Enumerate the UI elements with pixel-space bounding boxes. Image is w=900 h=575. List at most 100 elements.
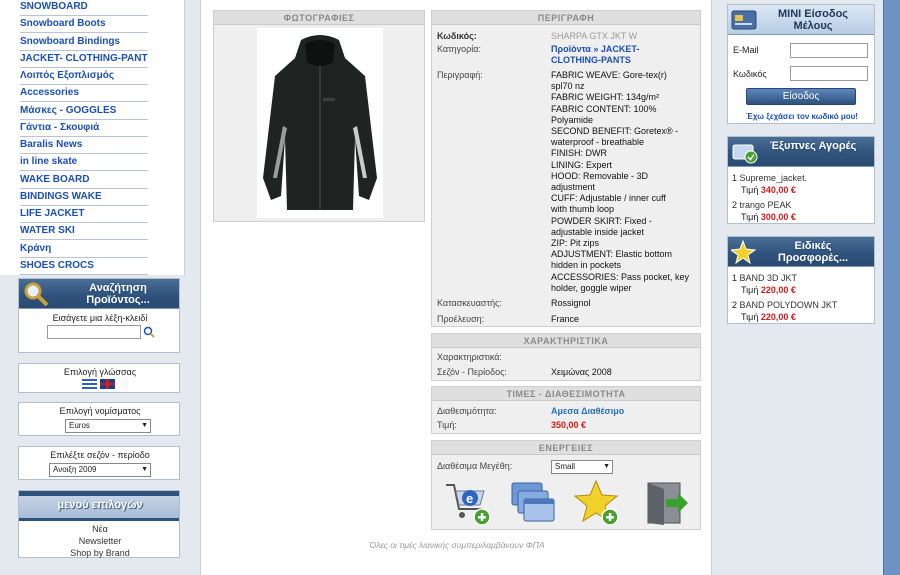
- category-link[interactable]: Accessories: [20, 85, 148, 103]
- add-to-cart-icon[interactable]: e: [444, 479, 492, 527]
- description-line: with thumb loop: [551, 204, 615, 215]
- description-line: holder, goggle wiper: [551, 282, 632, 293]
- flag-uk-icon[interactable]: [100, 379, 115, 389]
- season-period-label: Σεζόν - Περίοδος:: [437, 367, 507, 377]
- smart-shopping-title: Έξυπνες Αγορές: [769, 140, 857, 152]
- actions-panel: ΕΝΕΡΓΕΙΕΣ Διαθέσιμα Μεγέθη: Small ▼ e: [431, 440, 701, 530]
- size-select[interactable]: Small ▼: [551, 460, 613, 474]
- item-price: 300,00 €: [760, 212, 796, 222]
- item-price-row: Τιμή 220,00 €: [732, 311, 837, 323]
- left-column: SNOWBOARD Snowboard Boots Snowboard Bindin…: [0, 0, 185, 575]
- price-value: 350,00 €: [551, 420, 587, 430]
- category-link[interactable]: SNOWBOARD: [20, 0, 148, 16]
- item-price-label: Τιμή: [741, 185, 759, 195]
- smart-shopping-header: Έξυπνες Αγορές: [728, 137, 874, 167]
- description-line: LINING: Expert: [551, 159, 613, 170]
- list-item[interactable]: 1 Supreme_jacket.: [732, 172, 807, 184]
- item-number: 1: [732, 173, 738, 183]
- availability-value: Αμεσα Διαθέσιμο: [551, 406, 625, 416]
- description-text: FABRIC WEAVE: Gore-tex(r) spl70 nz FABRI…: [551, 70, 701, 294]
- category-link[interactable]: Προϊόντα » JACKET- CLOTHING-PANTS: [551, 44, 691, 66]
- login-button[interactable]: Είσοδος: [746, 88, 856, 105]
- special-offers-title: Ειδικές Προσφορές...: [777, 240, 849, 264]
- flag-greek-icon[interactable]: [82, 379, 97, 389]
- size-select-value: Small: [555, 462, 576, 471]
- category-link[interactable]: Baralis News: [20, 137, 148, 154]
- item-number: 1: [732, 273, 738, 283]
- item-name: BAND POLYDOWN JKT: [739, 300, 838, 310]
- language-box: Επιλογή γλώσσας: [18, 363, 180, 393]
- category-link[interactable]: Μάσκες - GOGGLES: [20, 103, 148, 120]
- menu-item-newsletter[interactable]: Newsletter: [19, 535, 181, 547]
- description-panel: ΠΕΡΙΓΡΑΦΗ Κωδικός: SHARPA GTX JKT W Κατη…: [431, 10, 701, 327]
- search-input[interactable]: [47, 325, 141, 339]
- list-item[interactable]: 2 trango PEAK: [732, 199, 807, 211]
- chevron-down-icon: ▼: [141, 466, 148, 473]
- menu-header: μενού επιλογών: [19, 491, 179, 521]
- category-link[interactable]: Λοιπός Εξοπλισμός: [20, 68, 148, 85]
- menu-item-news[interactable]: Νέα: [19, 523, 181, 535]
- item-price-label: Τιμή: [741, 212, 759, 222]
- item-name: trango PEAK: [739, 200, 792, 210]
- season-select[interactable]: Ανοιξη 2009 ▼: [49, 463, 151, 477]
- description-label: Περιγραφή:: [437, 70, 483, 80]
- list-item[interactable]: 2 BAND POLYDOWN JKT: [732, 299, 837, 311]
- category-link[interactable]: Snowboard Bindings: [20, 34, 148, 51]
- email-label: E-Mail: [733, 45, 759, 55]
- item-price: 220,00 €: [760, 285, 796, 295]
- list-item[interactable]: 1 BAND 3D JKT: [732, 272, 837, 284]
- maker-value: Rossignol: [551, 298, 591, 308]
- menu-title: μενού επιλογών: [57, 499, 143, 511]
- maker-label: Κατασκευαστής:: [437, 298, 502, 308]
- description-line: POWDER SKIRT: Fixed -: [551, 215, 652, 226]
- category-link[interactable]: in line skate: [20, 154, 148, 172]
- add-favorite-star-icon[interactable]: [574, 479, 622, 527]
- item-price-row: Τιμή 300,00 €: [732, 211, 807, 223]
- category-link[interactable]: JACKET- CLOTHING-PANTS: [20, 51, 148, 68]
- product-photo[interactable]: [257, 28, 383, 218]
- category-link[interactable]: LIFE JACKET: [20, 206, 148, 223]
- language-title: Επιλογή γλώσσας: [63, 367, 137, 377]
- category-link[interactable]: Γάντια - Σκουφιά: [20, 120, 148, 137]
- category-link[interactable]: Snowboard Boots: [20, 16, 148, 34]
- login-button-label: Είσοδος: [782, 91, 820, 102]
- description-line: HOOD: Removable - 3D: [551, 170, 649, 181]
- exit-door-icon[interactable]: [642, 479, 690, 527]
- description-line: Polyamide: [551, 114, 594, 125]
- password-label: Κωδικός: [733, 69, 767, 79]
- features-panel: ΧΑΡΑΚΤΗΡΙΣΤΙΚΑ Χαρακτηριστικά: Σεζόν - Π…: [431, 333, 701, 381]
- chevron-down-icon: ▼: [141, 422, 148, 429]
- category-link[interactable]: WAKE BOARD: [20, 172, 148, 189]
- category-link[interactable]: BINDINGS WAKE: [20, 189, 148, 206]
- item-name: BAND 3D JKT: [739, 273, 798, 283]
- description-line: spl70 nz: [551, 81, 585, 92]
- scrollbar[interactable]: [883, 0, 900, 575]
- menu-item-shop-by-brand[interactable]: Shop by Brand: [19, 547, 181, 559]
- password-field[interactable]: [790, 66, 868, 81]
- login-box: MINI Είσοδος Μέλους E-Mail Κωδικός Είσοδ…: [727, 4, 875, 124]
- description-line: SECOND BENEFIT: Goretex® -: [551, 126, 679, 137]
- season-period-value: Χειμώνας 2008: [551, 367, 612, 377]
- category-link[interactable]: SHOES CROCS: [20, 258, 148, 275]
- login-title: MINI Είσοδος Μέλους: [777, 8, 849, 32]
- compare-windows-icon[interactable]: [510, 479, 558, 527]
- currency-select[interactable]: Euros ▼: [65, 419, 151, 433]
- email-field[interactable]: [790, 43, 868, 58]
- description-line: CUFF: Adjustable / inner cuff: [551, 193, 666, 204]
- item-price-label: Τιμή: [741, 285, 759, 295]
- category-label: Κατηγορία:: [437, 44, 481, 54]
- right-column: MINI Είσοδος Μέλους E-Mail Κωδικός Είσοδ…: [722, 0, 882, 575]
- search-go-icon[interactable]: [143, 326, 155, 338]
- item-name: Supreme_jacket.: [739, 173, 808, 183]
- origin-label: Προέλευση:: [437, 314, 485, 324]
- description-line: FABRIC WEIGHT: 134g/m²: [551, 92, 660, 103]
- special-offers-box: Ειδικές Προσφορές... 1 BAND 3D JKT Τιμή …: [727, 236, 875, 324]
- page: SNOWBOARD Snowboard Boots Snowboard Bindin…: [0, 0, 900, 575]
- category-link[interactable]: WATER SKI: [20, 223, 148, 241]
- item-price-row: Τιμή 220,00 €: [732, 284, 837, 296]
- description-line: ZIP: Pit zips: [551, 238, 600, 249]
- price-label: Τιμή:: [437, 420, 457, 430]
- category-link[interactable]: Κράνη: [20, 241, 148, 258]
- forgot-password-link[interactable]: Έχω ξεχάσει τον κωδικό μου!: [728, 112, 876, 121]
- item-price: 220,00 €: [760, 312, 796, 322]
